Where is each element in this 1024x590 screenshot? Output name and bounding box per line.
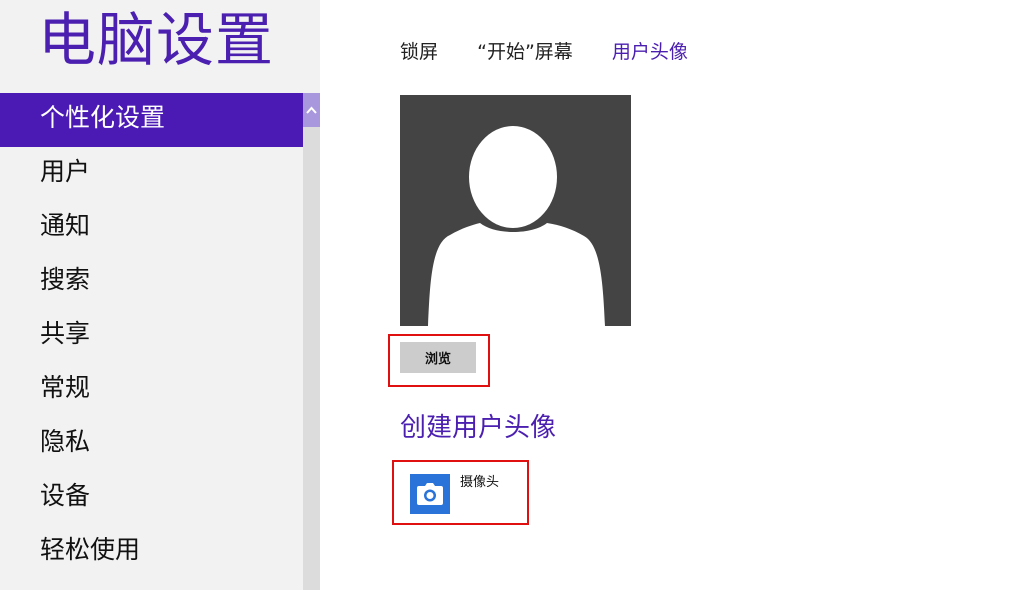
camera-tile — [410, 474, 450, 514]
camera-app-item[interactable]: 摄像头 — [410, 474, 520, 514]
nav-item-privacy[interactable]: 隐私 — [0, 417, 303, 471]
scroll-up-button[interactable] — [303, 93, 320, 127]
browse-button[interactable]: 浏览 — [400, 342, 476, 373]
nav-list: 个性化设置 用户 通知 搜索 共享 常规 隐私 设备 轻松使用 — [0, 93, 303, 579]
nav-item-ease-of-access[interactable]: 轻松使用 — [0, 525, 303, 579]
tab-bar: 锁屏 “开始”屏幕 用户头像 — [400, 38, 722, 68]
nav-item-users[interactable]: 用户 — [0, 147, 303, 201]
nav-item-personalize[interactable]: 个性化设置 — [0, 93, 303, 147]
nav-item-general[interactable]: 常规 — [0, 363, 303, 417]
sidebar: 电脑设置 个性化设置 用户 通知 搜索 共享 常规 隐私 设备 轻松使用 — [0, 0, 320, 590]
account-picture — [400, 95, 631, 326]
camera-icon — [417, 483, 443, 505]
create-account-picture-title: 创建用户头像 — [400, 413, 557, 443]
pc-settings-window: 电脑设置 个性化设置 用户 通知 搜索 共享 常规 隐私 设备 轻松使用 锁屏 … — [0, 0, 1024, 590]
sidebar-scrollbar[interactable] — [303, 93, 320, 590]
default-user-silhouette-icon — [428, 126, 605, 326]
nav-item-devices[interactable]: 设备 — [0, 471, 303, 525]
tab-account-picture[interactable]: 用户头像 — [612, 38, 688, 66]
tab-start-screen[interactable]: “开始”屏幕 — [477, 38, 573, 66]
nav-item-share[interactable]: 共享 — [0, 309, 303, 363]
tab-lock-screen[interactable]: 锁屏 — [400, 38, 438, 66]
nav-item-notifications[interactable]: 通知 — [0, 201, 303, 255]
camera-app-label: 摄像头 — [460, 475, 500, 490]
app-title: 电脑设置 — [38, 6, 275, 74]
nav-item-search[interactable]: 搜索 — [0, 255, 303, 309]
chevron-up-icon — [306, 106, 317, 114]
